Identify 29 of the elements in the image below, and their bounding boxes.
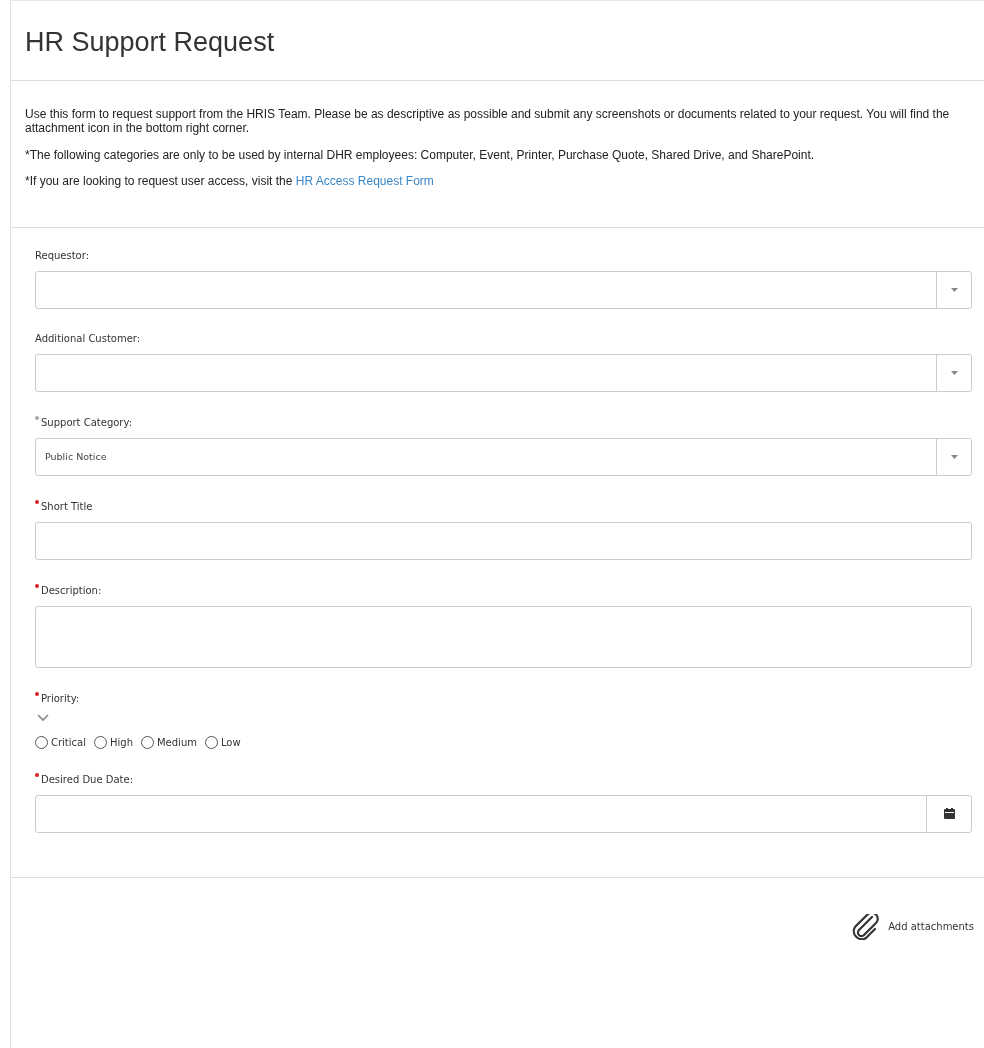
radio-option[interactable]: Low: [204, 735, 241, 749]
access-note: *If you are looking to request user access, visit the HR Access Request Form: [25, 174, 435, 189]
radio-option[interactable]: Critical: [35, 735, 86, 749]
select-field[interactable]: [35, 270, 972, 309]
intro-text: *The following categories are only to be used by internal DHR employees: Computer, Event, Printer, Purchase Quote, Shared Drive, and SharePoint.: [25, 147, 816, 163]
radio-option[interactable]: High: [94, 735, 133, 749]
caret-icon: [950, 454, 958, 459]
field-label: Desired Due Date:: [35, 772, 972, 785]
add-attachments-button[interactable]: Add attachments: [852, 913, 974, 940]
radio-option[interactable]: Medium: [140, 735, 197, 749]
select-field[interactable]: [35, 353, 972, 392]
field-label: Description:: [35, 583, 972, 596]
access-form-link[interactable]: HR Access Request Form: [295, 174, 434, 189]
input-field[interactable]: [35, 521, 972, 560]
field-label: Support Category:: [35, 415, 972, 428]
select-field[interactable]: Public Notice: [35, 437, 972, 476]
form-title: HR Support Request: [25, 27, 276, 58]
chevron-icon[interactable]: [37, 713, 49, 722]
paperclip-icon: [852, 913, 881, 940]
field-label: Requestor:: [35, 249, 91, 261]
caret-icon: [950, 287, 958, 292]
date-field[interactable]: [35, 794, 972, 833]
field-label: Additional Customer:: [35, 332, 142, 344]
calendar-icon: [943, 808, 955, 820]
intro-text: Use this form to request support from the HRIS Team. Please be as descriptive as possible and submit any screenshots or documents related to your request. You will find the attachment icon in the bottom right corner.: [25, 107, 951, 136]
field-label: Priority:: [35, 691, 972, 704]
field-label: Short Title: [35, 499, 972, 512]
caret-icon: [950, 370, 958, 375]
text-area[interactable]: [35, 605, 972, 668]
